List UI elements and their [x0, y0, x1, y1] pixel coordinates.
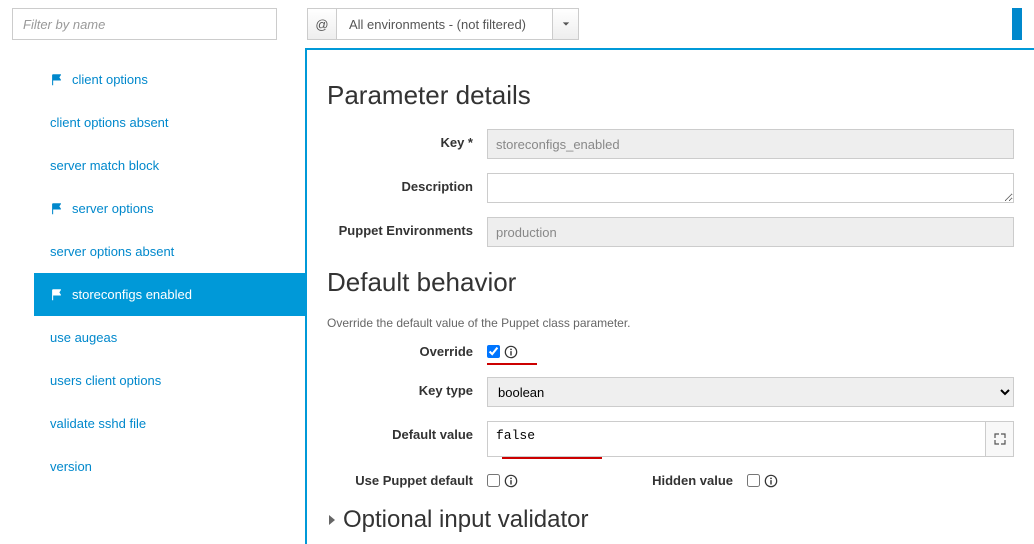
sidebar-item-version[interactable]: version — [0, 445, 305, 488]
label-puppet-environments: Puppet Environments — [327, 217, 487, 238]
collapsible-optional-input-validator[interactable]: Optional input validator — [327, 506, 1014, 534]
sidebar-item-client-options[interactable]: client options — [0, 58, 305, 101]
environment-selector[interactable]: @ All environments - (not filtered) — [307, 8, 579, 40]
sidebar-item-server-match-block[interactable]: server match block — [0, 144, 305, 187]
highlight-underline — [487, 363, 537, 365]
label-key: Key * — [327, 129, 487, 150]
section-title-parameter-details: Parameter details — [327, 80, 1014, 111]
label-key-type: Key type — [327, 377, 487, 398]
input-puppet-environments — [487, 217, 1014, 247]
input-description[interactable] — [487, 173, 1014, 203]
info-icon[interactable] — [764, 474, 778, 488]
sidebar-item-label: client options absent — [50, 115, 169, 130]
select-key-type[interactable]: boolean — [487, 377, 1014, 407]
section-title-default-behavior: Default behavior — [327, 267, 1014, 298]
sidebar-item-label: server options — [72, 201, 154, 216]
collapsible-label: Optional input validator — [343, 506, 588, 534]
input-default-value[interactable] — [487, 421, 986, 457]
expand-button[interactable] — [986, 421, 1014, 457]
highlight-underline — [502, 457, 602, 459]
top-bar: @ All environments - (not filtered) — [0, 0, 1034, 48]
helper-text: Override the default value of the Puppet… — [327, 316, 1014, 330]
info-icon[interactable] — [504, 474, 518, 488]
environment-dropdown[interactable]: All environments - (not filtered) — [337, 8, 579, 40]
checkbox-override[interactable] — [487, 345, 500, 358]
sidebar-item-label: client options — [72, 72, 148, 87]
sidebar-item-label: validate sshd file — [50, 416, 146, 431]
sidebar-item-storeconfigs-enabled[interactable]: storeconfigs enabled — [34, 273, 305, 316]
sidebar-item-label: server options absent — [50, 244, 174, 259]
input-key — [487, 129, 1014, 159]
filter-input[interactable] — [12, 8, 277, 40]
checkbox-hidden-value[interactable] — [747, 474, 760, 487]
label-override: Override — [327, 344, 487, 359]
label-use-puppet-default: Use Puppet default — [327, 473, 487, 488]
label-description: Description — [327, 173, 487, 194]
sidebar-item-label: version — [50, 459, 92, 474]
sidebar-item-use-augeas[interactable]: use augeas — [0, 316, 305, 359]
flag-icon — [50, 202, 64, 216]
parameter-sidebar: client options client options absent serve… — [0, 48, 305, 544]
sidebar-item-server-options-absent[interactable]: server options absent — [0, 230, 305, 273]
label-default-value: Default value — [327, 421, 487, 442]
at-symbol: @ — [307, 8, 337, 40]
content-panel: Parameter details Key * Description Pupp… — [305, 48, 1034, 544]
sidebar-item-server-options[interactable]: server options — [0, 187, 305, 230]
primary-action-button[interactable] — [1012, 8, 1022, 40]
sidebar-item-users-client-options[interactable]: users client options — [0, 359, 305, 402]
checkbox-use-puppet-default[interactable] — [487, 474, 500, 487]
info-icon[interactable] — [504, 345, 518, 359]
sidebar-item-client-options-absent[interactable]: client options absent — [0, 101, 305, 144]
label-hidden-value: Hidden value — [627, 473, 747, 488]
sidebar-item-label: users client options — [50, 373, 161, 388]
sidebar-item-label: server match block — [50, 158, 159, 173]
sidebar-item-validate-sshd-file[interactable]: validate sshd file — [0, 402, 305, 445]
sidebar-item-label: use augeas — [50, 330, 117, 345]
flag-icon — [50, 73, 64, 87]
flag-icon — [50, 288, 64, 302]
caret-down-icon — [552, 9, 578, 39]
sidebar-item-label: storeconfigs enabled — [72, 287, 192, 302]
environment-text: All environments - (not filtered) — [337, 17, 552, 32]
